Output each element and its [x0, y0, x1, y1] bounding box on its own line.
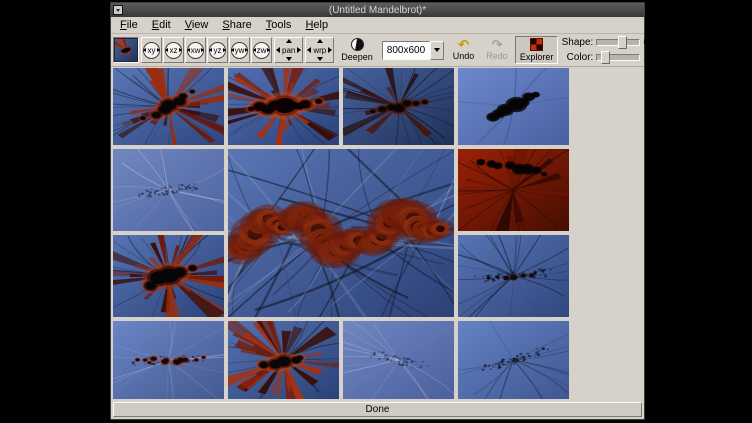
weirdness-sliders: Shape: 61.3 Color: 11.8 [560, 37, 667, 63]
rotate-xw-button[interactable]: xw [185, 37, 206, 63]
redo-label: Redo [486, 51, 508, 61]
explorer-mutation-tile[interactable] [228, 321, 339, 399]
warp-up-icon [317, 39, 323, 43]
rotate-label: xz [170, 46, 178, 55]
fractal-preview-image [115, 39, 137, 61]
status-bar: Done [113, 402, 642, 417]
rotate-label: yz [214, 46, 222, 55]
shape-value: 61.3 [643, 37, 665, 48]
pan-right-icon [297, 47, 301, 53]
pan-up-icon [286, 39, 292, 43]
color-slider-handle[interactable] [601, 51, 610, 64]
warp-label: wrp [313, 46, 326, 55]
color-label: Color: [560, 52, 593, 63]
menu-help[interactable]: Help [298, 18, 335, 32]
redo-button[interactable]: ↷ Redo [481, 36, 513, 64]
color-value: 11.8 [643, 52, 665, 63]
explorer-mutation-tile[interactable] [113, 149, 224, 231]
explorer-mutation-tile[interactable] [113, 235, 224, 317]
right-arrow-icon [267, 48, 270, 52]
explorer-mutation-tile[interactable] [113, 321, 224, 399]
pan-down-icon [286, 57, 292, 61]
warp-right-icon [328, 47, 332, 53]
pan-control[interactable]: pan [274, 37, 303, 63]
undo-button[interactable]: ↶ Undo [448, 36, 480, 64]
explorer-mutation-tile[interactable] [458, 149, 569, 231]
left-arrow-icon [253, 48, 256, 52]
shape-slider-handle[interactable] [618, 36, 627, 49]
pan-label: pan [282, 46, 295, 55]
deepen-label: Deepen [341, 52, 373, 62]
warp-down-icon [317, 57, 323, 61]
explorer-main-view[interactable] [228, 149, 454, 317]
rotate-xz-button[interactable]: xz [163, 37, 184, 63]
status-text: Done [366, 404, 390, 415]
rotate-yw-button[interactable]: yw [229, 37, 250, 63]
menu-edit[interactable]: Edit [145, 18, 178, 32]
titlebar[interactable]: (Untitled Mandelbrot)* [111, 3, 644, 17]
rotate-label: yw [235, 46, 245, 55]
app-window: (Untitled Mandelbrot)* File Edit View Sh… [110, 2, 645, 420]
right-arrow-icon [179, 48, 182, 52]
explorer-mutation-tile[interactable] [343, 68, 454, 145]
undo-label: Undo [453, 51, 475, 61]
rotate-label: zw [257, 46, 267, 55]
rotate-label: xw [191, 46, 201, 55]
explorer-icon [530, 38, 543, 51]
menu-tools[interactable]: Tools [259, 18, 299, 32]
shape-slider[interactable] [596, 39, 640, 46]
explorer-mutation-tile[interactable] [458, 68, 569, 145]
rotate-label: xy [148, 46, 156, 55]
menubar: File Edit View Share Tools Help [111, 17, 644, 34]
toolbar: xy xz xw yz yw zw pan wrp Deepen 800x600… [111, 34, 644, 67]
warp-left-icon [307, 47, 311, 53]
chevron-down-icon [434, 48, 440, 52]
rotate-zw-button[interactable]: zw [251, 37, 272, 63]
menu-file[interactable]: File [113, 18, 145, 32]
explorer-toggle-button[interactable]: Explorer [515, 36, 559, 64]
pan-left-icon [276, 47, 280, 53]
shape-label: Shape: [560, 37, 593, 48]
explorer-label: Explorer [520, 52, 554, 62]
rotation-controls: xy xz xw yz yw zw [141, 37, 272, 63]
color-slider[interactable] [596, 54, 640, 61]
left-arrow-icon [187, 48, 190, 52]
explorer-mutation-tile[interactable] [113, 68, 224, 145]
right-arrow-icon [157, 48, 160, 52]
left-arrow-icon [165, 48, 168, 52]
menu-share[interactable]: Share [215, 18, 258, 32]
left-arrow-icon [143, 48, 146, 52]
left-arrow-icon [209, 48, 212, 52]
explorer-mutation-tile[interactable] [228, 68, 339, 145]
deepen-button[interactable]: Deepen [336, 36, 378, 64]
right-arrow-icon [245, 48, 248, 52]
rotate-xy-button[interactable]: xy [141, 37, 162, 63]
explorer-mutation-tile[interactable] [343, 321, 454, 399]
warp-control[interactable]: wrp [305, 37, 334, 63]
redo-icon: ↷ [492, 39, 503, 50]
resolution-select[interactable]: 800x600 [382, 41, 444, 60]
explorer-area [111, 67, 644, 402]
window-title: (Untitled Mandelbrot)* [111, 5, 644, 16]
window-menu-icon[interactable] [113, 5, 123, 15]
deepen-icon [351, 38, 364, 51]
fractal-preview[interactable] [113, 37, 139, 63]
left-arrow-icon [231, 48, 234, 52]
rotate-yz-button[interactable]: yz [207, 37, 228, 63]
explorer-grid [113, 68, 642, 399]
resolution-value: 800x600 [382, 41, 430, 60]
right-arrow-icon [201, 48, 204, 52]
right-arrow-icon [223, 48, 226, 52]
menu-view[interactable]: View [178, 18, 216, 32]
explorer-mutation-tile[interactable] [458, 321, 569, 399]
resolution-dropdown-button[interactable] [430, 41, 444, 60]
undo-icon: ↶ [458, 39, 469, 50]
explorer-mutation-tile[interactable] [458, 235, 569, 317]
